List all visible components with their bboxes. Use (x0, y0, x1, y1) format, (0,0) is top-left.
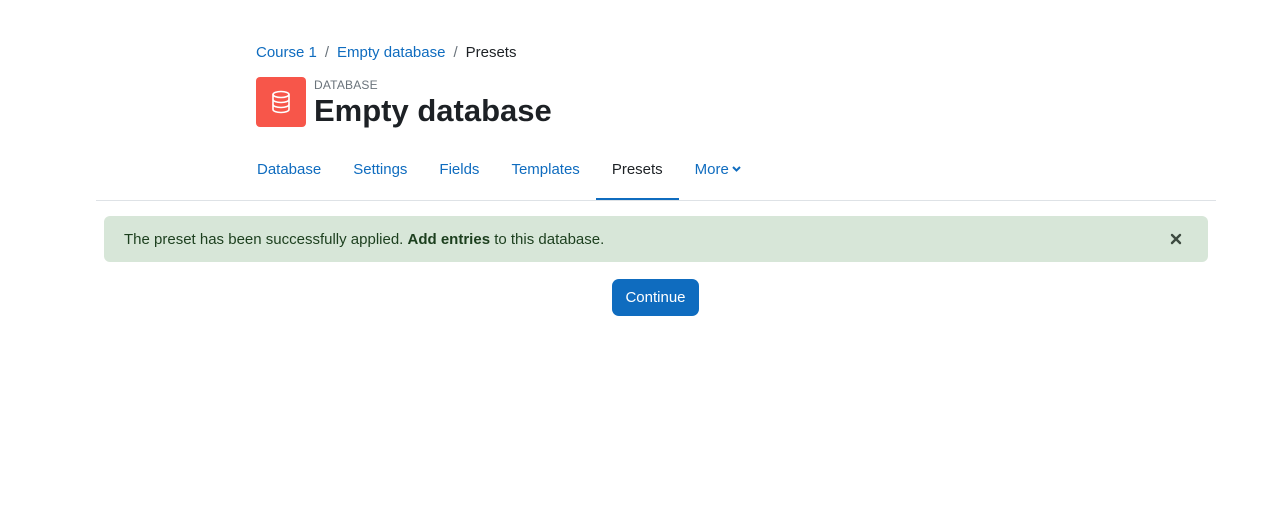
tab-label: Templates (511, 160, 580, 178)
breadcrumb-separator: / (324, 44, 330, 61)
secondary-navigation: Database Settings Fields Templates Prese… (241, 140, 757, 201)
breadcrumb-separator: / (453, 44, 458, 61)
tab-label: Presets (611, 160, 663, 178)
tab-label: Fields (439, 160, 480, 178)
breadcrumb-link-course[interactable]: Course 1 (256, 44, 317, 62)
continue-button[interactable]: Continue (612, 279, 699, 316)
tab-settings[interactable]: Settings (337, 140, 423, 201)
tab-more[interactable]: More (679, 140, 757, 201)
tab-templates[interactable]: Templates (495, 140, 595, 201)
close-icon[interactable] (1164, 227, 1188, 251)
chevron-down-icon (732, 166, 741, 172)
add-entries-link[interactable]: Add entries (408, 231, 491, 248)
tab-label: More (694, 160, 729, 178)
breadcrumb: Course 1 / Empty database / Presets (256, 44, 516, 62)
tab-presets[interactable]: Presets (595, 140, 679, 201)
alert-text-after: to this database. (494, 230, 605, 248)
breadcrumb-link-database[interactable]: Empty database (337, 44, 445, 62)
page: Course 1 / Empty database / Presets DATA… (0, 0, 1261, 524)
breadcrumb-current: Presets (465, 44, 517, 61)
alert-text-before: The preset has been successfully applied… (124, 230, 404, 248)
tab-label: Database (257, 160, 322, 178)
page-title: Empty database (314, 93, 552, 128)
tab-label: Settings (353, 160, 408, 178)
database-icon (256, 77, 306, 127)
success-alert: The preset has been successfully applied… (104, 216, 1208, 262)
navigation-divider (96, 200, 1216, 201)
tab-database[interactable]: Database (241, 140, 337, 201)
tab-fields[interactable]: Fields (423, 140, 495, 201)
activity-type-label: DATABASE (314, 78, 378, 92)
alert-message: The preset has been successfully applied… (124, 231, 604, 248)
